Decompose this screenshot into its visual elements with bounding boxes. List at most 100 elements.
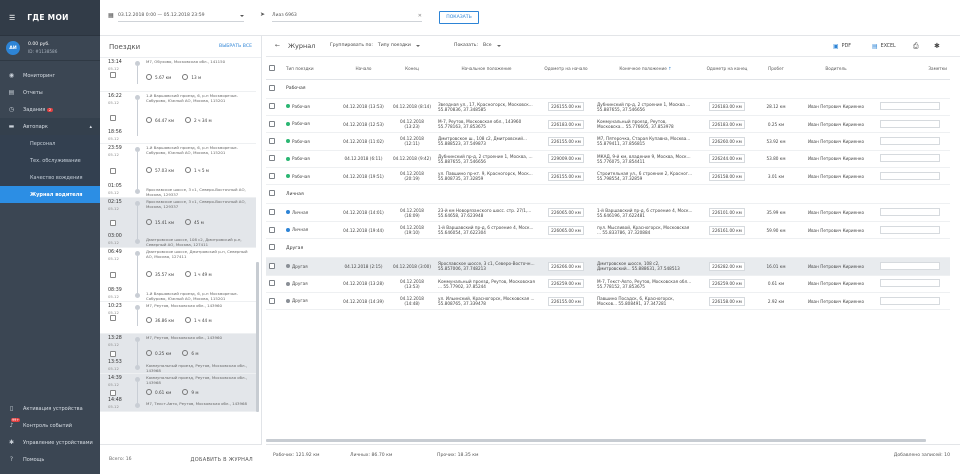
trip-item[interactable]: 02:15 05.12 03:00 05.12 Ярославское шоссе, 3… xyxy=(100,198,256,248)
notes-input[interactable] xyxy=(880,208,940,217)
notes-input[interactable] xyxy=(880,225,940,234)
odo-start-input[interactable]: 226065.00 км xyxy=(548,208,584,218)
odo-end-input[interactable]: 226158.00 км xyxy=(709,296,745,306)
menu-icon[interactable]: ☰ xyxy=(9,14,15,22)
odo-end-input[interactable]: 226259.00 км xyxy=(709,279,745,289)
odo-start-input[interactable]: 229009.00 км xyxy=(548,154,584,164)
table-row[interactable]: Другая 04.12.2018 (14:39) 04.12.2018 (14:4… xyxy=(266,292,950,311)
table-row[interactable]: Другая 04.12.2018 (2:15) 04.12.2018 (3:00)… xyxy=(266,257,950,276)
row-checkbox[interactable] xyxy=(269,262,275,269)
odo-end-input[interactable]: 226244.00 км xyxy=(709,154,745,164)
group-row[interactable]: Рабочая xyxy=(266,79,950,99)
pdf-button[interactable]: ▣ PDF xyxy=(833,43,851,50)
group-checkbox[interactable] xyxy=(269,84,275,91)
trips-scrollbar[interactable] xyxy=(256,262,259,412)
odo-start-input[interactable]: 226259.00 км xyxy=(548,279,584,289)
odo-start-input[interactable]: 226183.00 км xyxy=(548,119,584,129)
row-checkbox[interactable] xyxy=(269,280,275,287)
trip-item[interactable]: 13:28 05.12 13:53 05.12 М7, Реутов, Московск… xyxy=(100,334,256,374)
trip-checkbox[interactable] xyxy=(110,351,116,357)
print-icon[interactable]: ⎙ xyxy=(913,42,919,51)
table-row[interactable]: Рабочая 04.12.2018 (12:53) 04.12.2018 (13:… xyxy=(266,115,950,134)
nav-maintenance[interactable]: Тех. обслуживание xyxy=(0,152,100,169)
trip-item[interactable]: 10:23 05.12 М7, Реутов, Московская обл., 1… xyxy=(100,302,256,334)
trip-type[interactable]: Другая xyxy=(286,298,308,303)
notes-input[interactable] xyxy=(880,102,940,111)
group-checkbox[interactable] xyxy=(269,190,275,197)
date-range-select[interactable]: 03.12.2018 0:00 — 05.12.2018 23:59 xyxy=(118,10,244,22)
notes-input[interactable] xyxy=(880,279,940,288)
nav-fleet[interactable]: ▬ Автопарк ▴ xyxy=(0,118,100,135)
trip-item[interactable]: 14:39 05.12 14:48 05.12 Коммунальный проезд,… xyxy=(100,374,256,412)
show-button[interactable]: ПОКАЗАТЬ xyxy=(439,11,479,24)
notes-input[interactable] xyxy=(880,154,940,163)
back-arrow-icon[interactable]: ← xyxy=(275,42,280,49)
table-row[interactable]: Другая 04.12.2018 (13:28) 04.12.2018 (13:5… xyxy=(266,275,950,294)
row-checkbox[interactable] xyxy=(269,226,275,233)
group-row[interactable]: Личная xyxy=(266,184,950,205)
trip-checkbox[interactable] xyxy=(110,168,116,174)
nav-driver-journal[interactable]: Журнал водителя xyxy=(0,186,100,203)
nav-reports[interactable]: ▤ Отчеты xyxy=(0,84,100,101)
nav-personnel[interactable]: Персонал xyxy=(0,135,100,152)
col-type[interactable]: Тип поездки xyxy=(283,58,338,80)
col-end[interactable]: Конец xyxy=(389,58,435,80)
col-start[interactable]: Начало xyxy=(338,58,389,80)
odo-end-input[interactable]: 226183.00 км xyxy=(709,119,745,129)
odo-end-input[interactable]: 226183.00 км xyxy=(709,102,745,112)
notes-input[interactable] xyxy=(880,296,940,305)
select-all-checkbox[interactable] xyxy=(269,64,275,71)
add-to-journal-button[interactable]: ДОБАВИТЬ В ЖУРНАЛ xyxy=(191,457,253,463)
odo-end-input[interactable]: 226282.00 км xyxy=(709,261,745,271)
nav-tasks[interactable]: ◷ Задания 2 xyxy=(0,101,100,118)
settings-icon[interactable]: ✱ xyxy=(934,42,940,50)
trip-type[interactable]: Другая xyxy=(286,281,308,286)
col-notes[interactable]: Заметки xyxy=(877,58,950,80)
col-odo-end[interactable]: Одометр на конец xyxy=(697,58,757,80)
trip-type[interactable]: Личная xyxy=(286,227,308,232)
journal-hscrollbar[interactable] xyxy=(266,439,926,442)
table-row[interactable]: Рабочая 04.12.2018 (19:51) 04.12.2018 (20:… xyxy=(266,167,950,186)
group-row[interactable]: Другая xyxy=(266,238,950,259)
group-by-select[interactable]: Группировать по: Типу поездки xyxy=(330,43,420,48)
odo-end-input[interactable]: 226158.00 км xyxy=(709,171,745,181)
nav-monitoring[interactable]: ◉ Мониторинг xyxy=(0,67,100,84)
trip-type[interactable]: Рабочая xyxy=(286,156,310,161)
odo-start-input[interactable]: 226155.00 км xyxy=(548,102,584,112)
col-to[interactable]: Конечное положение ↑ xyxy=(594,58,697,80)
nav-driving-quality[interactable]: Качество вождения xyxy=(0,169,100,186)
col-from[interactable]: Начальное положение xyxy=(435,58,538,80)
select-all-link[interactable]: ВЫБРАТЬ ВСЕ xyxy=(219,44,252,49)
col-mileage[interactable]: Пробег xyxy=(757,58,795,80)
row-checkbox[interactable] xyxy=(269,297,275,304)
show-select[interactable]: Показать: Все xyxy=(454,43,501,48)
trip-type[interactable]: Рабочая xyxy=(286,139,310,144)
trip-checkbox[interactable] xyxy=(110,220,116,226)
row-checkbox[interactable] xyxy=(269,103,275,110)
trip-type[interactable]: Рабочая xyxy=(286,174,310,179)
trip-type[interactable]: Личная xyxy=(286,210,308,215)
table-row[interactable]: Рабочая 04.12.2018 (6:11) 04.12.2018 (9:42… xyxy=(266,150,950,169)
table-row[interactable]: Личная 04.12.2018 (14:01) 04.12.2018 (16:0… xyxy=(266,203,950,222)
trip-type[interactable]: Другая xyxy=(286,264,308,269)
odo-start-input[interactable]: 226065.00 км xyxy=(548,225,584,235)
trip-checkbox[interactable] xyxy=(110,272,116,278)
row-checkbox[interactable] xyxy=(269,137,275,144)
notes-input[interactable] xyxy=(880,261,940,270)
trip-item[interactable]: 16:22 05.12 18:56 05.12 1-й Варшавский проез… xyxy=(100,92,256,144)
trip-item[interactable]: 23:59 05.12 01:05 05.12 1-й Варшавский проез… xyxy=(100,144,256,198)
row-checkbox[interactable] xyxy=(269,172,275,179)
group-checkbox[interactable] xyxy=(269,244,275,251)
nav-device-activation[interactable]: ▯ Активация устройства xyxy=(0,400,100,417)
trip-checkbox[interactable] xyxy=(110,72,116,78)
table-row[interactable]: Рабочая 04.12.2018 (13:53) 04.12.2018 (8:1… xyxy=(266,98,950,116)
nav-event-control[interactable]: ♪ 99+ Контроль событий xyxy=(0,417,100,434)
excel-button[interactable]: ▤ EXCEL xyxy=(872,43,896,50)
notes-input[interactable] xyxy=(880,119,940,128)
notes-input[interactable] xyxy=(880,136,940,145)
table-row[interactable]: Рабочая 04.12.2018 (11:02) 04.12.2018 (12:… xyxy=(266,132,950,151)
user-block[interactable]: АИ 0.00 руб. ID: #1138586 xyxy=(0,36,100,61)
odo-start-input[interactable]: 226155.00 км xyxy=(548,171,584,181)
row-checkbox[interactable] xyxy=(269,120,275,127)
trip-item[interactable]: 06:49 05.12 08:39 05.12 Дмитровское шоссе, Д… xyxy=(100,248,256,302)
